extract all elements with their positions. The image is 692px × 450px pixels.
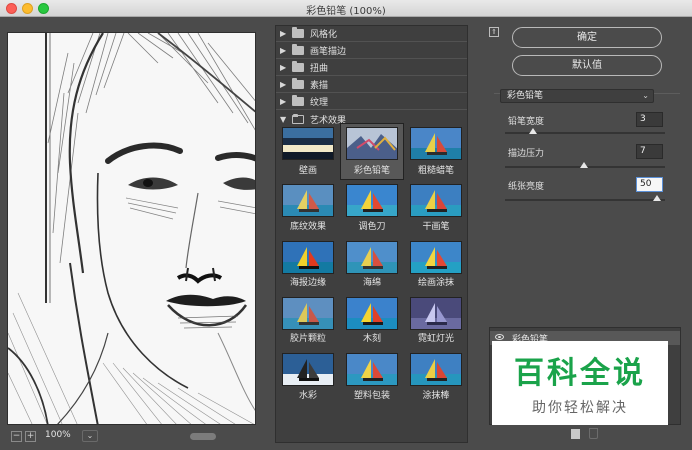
stroke-pressure-label: 描边压力 — [508, 149, 545, 159]
pencil-width-slider[interactable] — [505, 128, 665, 134]
stroke-pressure-slider[interactable] — [505, 162, 665, 168]
filter-label: 涂抹棒 — [422, 391, 450, 401]
pencil-width-label: 铅笔宽度 — [508, 117, 545, 127]
paper-brightness-slider[interactable] — [505, 195, 665, 201]
filter-select-value: 彩色铅笔 — [507, 91, 544, 101]
expand-arrow-icon: ▶ — [280, 63, 287, 72]
category-label: 画笔描边 — [310, 47, 347, 57]
new-effect-layer-icon[interactable] — [571, 429, 580, 439]
expand-arrow-icon: ▶ — [280, 46, 287, 55]
category-stylize[interactable]: ▶ 风格化 — [276, 26, 467, 42]
filter-thumb-poster-edges[interactable] — [282, 241, 334, 274]
folder-icon — [292, 78, 304, 89]
pencil-sketch-image — [8, 33, 255, 424]
filter-label: 粗糙蜡笔 — [417, 166, 454, 176]
slider-knob[interactable] — [653, 195, 661, 201]
paper-brightness-input[interactable]: 50 — [636, 177, 663, 192]
category-distort[interactable]: ▶ 扭曲 — [276, 60, 467, 76]
filter-gallery: ▶ 风格化 ▶ 画笔描边 ▶ 扭曲 ▶ 素描 ▶ 纹理 ▼ 艺术效果 壁画 彩色… — [275, 25, 468, 443]
default-button[interactable]: 默认值 — [512, 55, 662, 76]
filter-thumb-cutout[interactable] — [346, 297, 398, 330]
folder-icon — [292, 44, 304, 55]
filter-label: 木刻 — [362, 334, 381, 344]
filter-thumb-dry-brush[interactable] — [410, 184, 462, 217]
filter-thumb-palette-knife[interactable] — [346, 184, 398, 217]
filter-thumb-plastic-wrap[interactable] — [346, 353, 398, 386]
preview-footer: − + 100% ⌄ — [7, 430, 256, 444]
filter-label: 塑料包装 — [353, 391, 390, 401]
chevron-down-icon: ⌄ — [642, 91, 649, 100]
filter-label: 底纹效果 — [289, 222, 326, 232]
category-texture[interactable]: ▶ 纹理 — [276, 94, 467, 110]
slider-knob[interactable] — [528, 128, 537, 134]
filter-label: 海报边缘 — [289, 278, 326, 288]
stroke-pressure-input[interactable]: 7 — [636, 144, 663, 159]
filter-thumb-neon-glow[interactable] — [410, 297, 462, 330]
watermark-subtitle: 助你轻松解决 — [532, 400, 628, 416]
title-bar: 彩色铅笔 (100%) — [0, 0, 692, 17]
collapse-gallery-button[interactable]: ⇑ — [489, 27, 499, 37]
filter-preview[interactable] — [7, 32, 256, 425]
paper-brightness-label: 纸张亮度 — [508, 182, 545, 192]
filter-settings-panel — [494, 93, 680, 320]
filter-label: 水彩 — [298, 391, 317, 401]
trash-icon[interactable] — [589, 428, 598, 439]
category-label: 纹理 — [310, 98, 329, 108]
filter-label: 海绵 — [362, 278, 381, 288]
expand-arrow-icon: ▶ — [280, 97, 287, 106]
zoom-level: 100% — [45, 430, 71, 440]
zoom-in-button[interactable]: + — [25, 431, 36, 442]
slider-knob[interactable] — [579, 162, 588, 168]
filter-thumb-underpainting[interactable] — [282, 184, 334, 217]
window-title: 彩色铅笔 (100%) — [306, 6, 386, 17]
filter-select[interactable]: 彩色铅笔 ⌄ — [500, 89, 654, 103]
filter-label: 霓虹灯光 — [417, 334, 454, 344]
filter-label: 胶片颗粒 — [289, 334, 326, 344]
folder-icon — [292, 95, 304, 106]
category-label: 扭曲 — [310, 64, 329, 74]
filter-thumb-colored-pencil[interactable] — [346, 127, 398, 160]
filter-label: 调色刀 — [358, 222, 386, 232]
ok-button[interactable]: 确定 — [512, 27, 662, 48]
filter-label: 壁画 — [298, 166, 317, 176]
filter-thumb-paint-daubs[interactable] — [410, 241, 462, 274]
expand-arrow-icon: ▶ — [280, 80, 287, 89]
filter-thumb-sponge[interactable] — [346, 241, 398, 274]
filter-label: 绘画涂抹 — [417, 278, 454, 288]
filter-label: 干画笔 — [422, 222, 450, 232]
category-label: 风格化 — [310, 30, 338, 40]
horizontal-scrollbar[interactable] — [190, 433, 216, 440]
watermark: 百科全说 助你轻松解决 — [492, 341, 668, 425]
collapse-arrow-icon: ▼ — [280, 114, 287, 124]
filter-thumb-watercolor[interactable] — [282, 353, 334, 386]
pencil-width-input[interactable]: 3 — [636, 112, 663, 127]
zoom-dropdown[interactable]: ⌄ — [82, 430, 98, 442]
filter-thumb-rough-pastels[interactable] — [410, 127, 462, 160]
zoom-out-button[interactable]: − — [11, 431, 22, 442]
watermark-title: 百科全说 — [514, 356, 646, 391]
eye-icon[interactable] — [495, 334, 504, 340]
filter-thumb-fresco[interactable] — [282, 127, 334, 160]
category-sketch[interactable]: ▶ 素描 — [276, 77, 467, 93]
category-label: 素描 — [310, 81, 329, 91]
filter-thumb-film-grain[interactable] — [282, 297, 334, 330]
open-folder-icon — [292, 113, 304, 124]
filter-thumb-smudge-stick[interactable] — [410, 353, 462, 386]
folder-icon — [292, 27, 304, 38]
expand-arrow-icon: ▶ — [280, 29, 287, 38]
filter-label-selected: 彩色铅笔 — [353, 166, 390, 176]
category-brush-strokes[interactable]: ▶ 画笔描边 — [276, 43, 467, 59]
folder-icon — [292, 61, 304, 72]
